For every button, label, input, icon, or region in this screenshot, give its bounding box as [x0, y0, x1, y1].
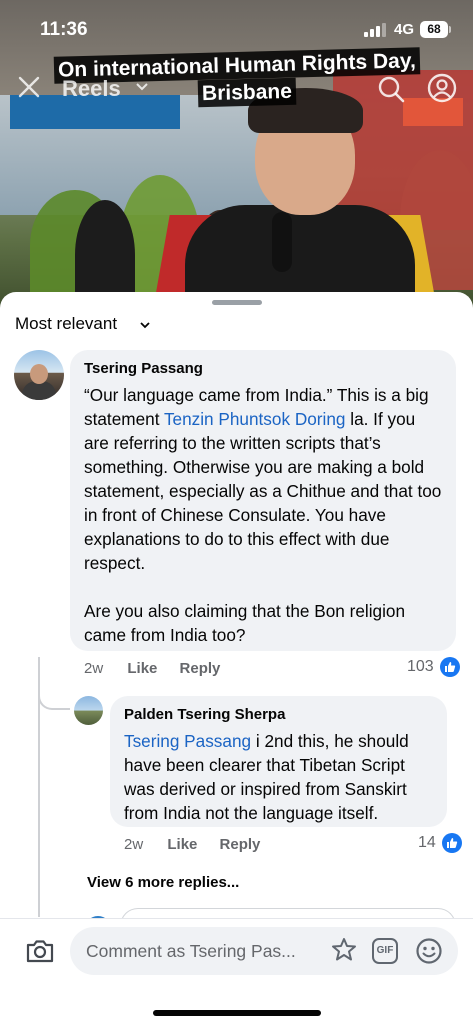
reply-bubble[interactable]: Palden Tsering Sherpa Tsering Passang i … [110, 696, 447, 827]
thumbs-up-icon [441, 833, 462, 853]
video-microphone [272, 212, 292, 272]
comments-sheet: Most relevant Tsering Passang “Our langu… [0, 292, 473, 1023]
status-time: 11:36 [40, 19, 88, 40]
network-label: 4G [394, 21, 415, 38]
comment-placeholder: Comment as Tsering Pas... [86, 941, 296, 961]
search-icon[interactable] [376, 74, 406, 104]
chevron-down-icon[interactable] [136, 83, 148, 91]
sticker-icon[interactable] [330, 937, 358, 965]
comment-age: 2w [84, 660, 104, 677]
comment-text-part: la. If you are referring to the written … [84, 409, 442, 645]
thumbs-up-icon [439, 657, 460, 677]
comment-author[interactable]: Tsering Passang [84, 360, 442, 377]
profile-icon[interactable] [426, 72, 458, 104]
comment-actions: 2w Like Reply [84, 660, 220, 677]
thread-connector [38, 690, 70, 710]
reaction-count: 14 [418, 834, 436, 851]
reply-button[interactable]: Reply [180, 660, 221, 677]
caption-line-2: Brisbane [197, 77, 296, 108]
comment-text: “Our language came from India.” This is … [84, 383, 442, 647]
battery-icon: 68 [420, 21, 448, 38]
comment-text: Tsering Passang i 2nd this, he should ha… [124, 729, 433, 825]
avatar[interactable] [14, 350, 64, 400]
like-button[interactable]: Like [127, 660, 157, 677]
camera-icon[interactable] [24, 935, 56, 967]
reaction-summary[interactable]: 14 [418, 833, 462, 853]
reaction-count: 103 [407, 658, 434, 675]
battery-tip [449, 26, 451, 33]
signal-icon [364, 23, 386, 37]
view-more-replies-button[interactable]: View 6 more replies... [87, 874, 239, 891]
comment-input[interactable]: Comment as Tsering Pas... GIF [70, 927, 458, 975]
comment-age: 2w [124, 836, 144, 853]
like-button[interactable]: Like [167, 836, 197, 853]
reaction-summary[interactable]: 103 [407, 657, 460, 677]
emoji-icon[interactable] [415, 937, 443, 965]
close-icon[interactable] [16, 74, 42, 100]
sort-dropdown[interactable]: Most relevant [15, 314, 117, 334]
mention-link[interactable]: Tenzin Phuntsok Doring [164, 409, 346, 429]
chevron-down-icon[interactable] [140, 322, 150, 329]
reel-video[interactable]: 11:36 4G 68 On international Human Right… [0, 0, 473, 320]
sheet-drag-handle[interactable] [212, 300, 262, 305]
comment-composer: Comment as Tsering Pas... GIF [0, 918, 473, 1023]
reply-button[interactable]: Reply [220, 836, 261, 853]
avatar[interactable] [74, 696, 103, 725]
comment-actions: 2w Like Reply [124, 836, 260, 853]
comment-author[interactable]: Palden Tsering Sherpa [124, 706, 433, 723]
reels-menu-label[interactable]: Reels [62, 76, 121, 102]
comment-bubble[interactable]: Tsering Passang “Our language came from … [70, 350, 456, 651]
home-indicator[interactable] [153, 1010, 321, 1016]
gif-button[interactable]: GIF [372, 938, 398, 964]
mention-link[interactable]: Tsering Passang [124, 731, 251, 751]
